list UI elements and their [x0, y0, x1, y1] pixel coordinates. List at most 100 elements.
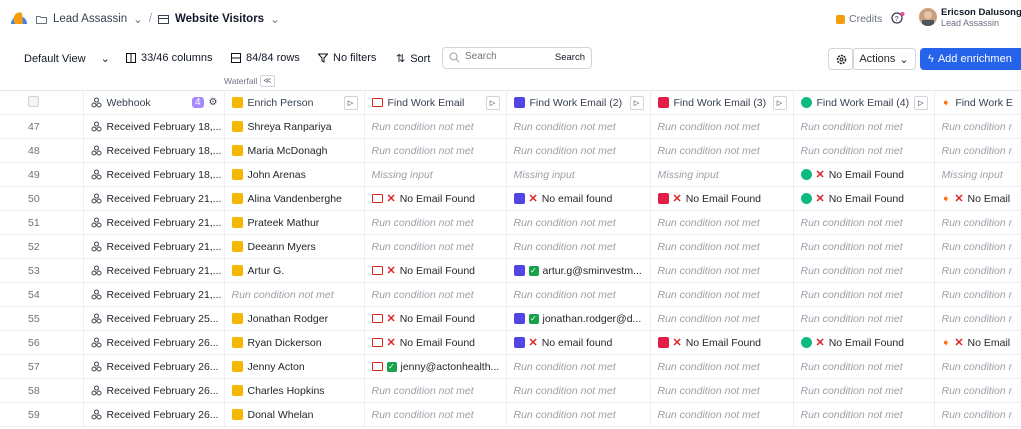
- cell-find-work-email-3[interactable]: ✕ No Email Found: [650, 186, 794, 211]
- cell-webhook[interactable]: Received February 21,...: [83, 210, 225, 235]
- table-row[interactable]: 57 Received February 26... Jenny Acton ✓ jen…: [0, 354, 1021, 379]
- run-column-button[interactable]: ▷: [772, 95, 787, 110]
- cell-find-work-email-3[interactable]: Run condition not met: [650, 378, 794, 403]
- cell-enrich-person[interactable]: Deeann Myers: [224, 234, 365, 259]
- cell-find-work-email-2[interactable]: Run condition not met: [506, 354, 651, 379]
- cell-enrich-person[interactable]: Shreya Ranpariya: [224, 114, 365, 139]
- cell-webhook[interactable]: Received February 21,...: [83, 258, 225, 283]
- cell-find-work-email-5[interactable]: ➧ ✕ No Email: [934, 330, 1021, 355]
- cell-enrich-person[interactable]: Alina Vandenberghe: [224, 186, 365, 211]
- table-row[interactable]: 51 Received February 21,... Prateek Mathur…: [0, 210, 1021, 235]
- breadcrumb-workspace[interactable]: Lead Assassin: [53, 13, 127, 25]
- cell-webhook[interactable]: Received February 18,...: [83, 138, 225, 163]
- cell-find-work-email-2[interactable]: ✕ No email found: [506, 330, 651, 355]
- breadcrumb-table[interactable]: Website Visitors: [175, 13, 264, 25]
- collapse-waterfall-button[interactable]: ≪: [260, 75, 275, 87]
- cell-find-work-email-1[interactable]: Run condition not met: [364, 114, 507, 139]
- cell-find-work-email-3[interactable]: Run condition not met: [650, 114, 794, 139]
- cell-find-work-email-4[interactable]: Run condition not met: [793, 210, 935, 235]
- cell-find-work-email-5[interactable]: Run condition r: [934, 210, 1021, 235]
- cell-find-work-email-2[interactable]: ✕ No email found: [506, 186, 651, 211]
- cell-find-work-email-1[interactable]: Run condition not met: [364, 210, 507, 235]
- cell-webhook[interactable]: Received February 25...: [83, 306, 225, 331]
- credits-button[interactable]: Credits: [836, 13, 882, 25]
- cell-find-work-email-4[interactable]: Run condition not met: [793, 402, 935, 427]
- chevron-down-icon[interactable]: ⌄: [270, 12, 280, 26]
- cell-find-work-email-1[interactable]: ✕ No Email Found: [364, 306, 507, 331]
- cell-webhook[interactable]: Received February 21,...: [83, 234, 225, 259]
- cell-webhook[interactable]: Received February 18,...: [83, 114, 225, 139]
- cell-find-work-email-4[interactable]: Run condition not met: [793, 282, 935, 307]
- table-row[interactable]: 58 Received February 26... Charles Hopkins…: [0, 378, 1021, 403]
- cell-enrich-person[interactable]: Artur G.: [224, 258, 365, 283]
- cell-webhook[interactable]: Received February 26...: [83, 330, 225, 355]
- column-header-webhook[interactable]: Webhook 4 ⚙: [83, 90, 225, 115]
- cell-find-work-email-5[interactable]: Run condition r: [934, 306, 1021, 331]
- search-box[interactable]: Search: [442, 47, 592, 69]
- chevron-down-icon[interactable]: ⌄: [133, 12, 143, 26]
- cell-find-work-email-2[interactable]: ✓ jonathan.rodger@d...: [506, 306, 651, 331]
- cell-find-work-email-1[interactable]: Run condition not met: [364, 378, 507, 403]
- cell-find-work-email-1[interactable]: Run condition not met: [364, 234, 507, 259]
- help-icon[interactable]: ?: [891, 11, 905, 25]
- cell-find-work-email-4[interactable]: Run condition not met: [793, 354, 935, 379]
- cell-enrich-person[interactable]: Donal Whelan: [224, 402, 365, 427]
- cell-webhook[interactable]: Received February 26...: [83, 378, 225, 403]
- cell-find-work-email-2[interactable]: Run condition not met: [506, 378, 651, 403]
- cell-find-work-email-4[interactable]: Run condition not met: [793, 258, 935, 283]
- cell-find-work-email-2[interactable]: Run condition not met: [506, 210, 651, 235]
- cell-find-work-email-4[interactable]: Run condition not met: [793, 234, 935, 259]
- cell-find-work-email-1[interactable]: ✕ No Email Found: [364, 186, 507, 211]
- cell-find-work-email-3[interactable]: Run condition not met: [650, 402, 794, 427]
- avatar[interactable]: [919, 8, 937, 26]
- cell-webhook[interactable]: Received February 26...: [83, 354, 225, 379]
- cell-find-work-email-1[interactable]: ✕ No Email Found: [364, 330, 507, 355]
- cell-find-work-email-1[interactable]: Missing input: [364, 162, 507, 187]
- cell-find-work-email-2[interactable]: Run condition not met: [506, 114, 651, 139]
- table-row[interactable]: 47 Received February 18,... Shreya Ranpari…: [0, 114, 1021, 139]
- search-button[interactable]: Search: [555, 52, 585, 63]
- filters-button[interactable]: No filters: [318, 52, 376, 64]
- cell-find-work-email-2[interactable]: Run condition not met: [506, 138, 651, 163]
- cell-find-work-email-2[interactable]: Run condition not met: [506, 402, 651, 427]
- column-header-find-work-email-5[interactable]: ➧ Find Work E: [934, 90, 1021, 115]
- table-row[interactable]: 53 Received February 21,... Artur G. ✕ No Em…: [0, 258, 1021, 283]
- cell-find-work-email-4[interactable]: ✕ No Email Found: [793, 186, 935, 211]
- settings-button[interactable]: [828, 48, 854, 70]
- table-row[interactable]: 56 Received February 26... Ryan Dickerson ✕…: [0, 330, 1021, 355]
- cell-find-work-email-3[interactable]: Run condition not met: [650, 282, 794, 307]
- rows-button[interactable]: 84/84 rows: [231, 52, 300, 64]
- cell-enrich-person[interactable]: Charles Hopkins: [224, 378, 365, 403]
- cell-webhook[interactable]: Received February 26...: [83, 402, 225, 427]
- run-column-button[interactable]: ▷: [914, 95, 928, 110]
- cell-enrich-person[interactable]: Prateek Mathur: [224, 210, 365, 235]
- cell-find-work-email-4[interactable]: Run condition not met: [793, 306, 935, 331]
- add-enrichment-button[interactable]: ϟ Add enrichmen: [920, 48, 1021, 70]
- cell-find-work-email-5[interactable]: Run condition r: [934, 378, 1021, 403]
- table-row[interactable]: 59 Received February 26... Donal Whelan Run…: [0, 402, 1021, 427]
- select-all-checkbox[interactable]: [28, 95, 39, 107]
- table-row[interactable]: 50 Received February 21,... Alina Vandenbe…: [0, 186, 1021, 211]
- cell-find-work-email-5[interactable]: Run condition r: [934, 354, 1021, 379]
- cell-webhook[interactable]: Received February 21,...: [83, 282, 225, 307]
- actions-button[interactable]: Actions ⌄: [852, 48, 916, 70]
- cell-find-work-email-5[interactable]: Run condition r: [934, 138, 1021, 163]
- cell-find-work-email-4[interactable]: Run condition not met: [793, 114, 935, 139]
- cell-find-work-email-1[interactable]: Run condition not met: [364, 402, 507, 427]
- run-column-button[interactable]: ▷: [485, 95, 500, 110]
- select-all-cell[interactable]: [0, 90, 84, 115]
- cell-find-work-email-1[interactable]: ✓ jenny@actonhealth...: [364, 354, 507, 379]
- cell-find-work-email-2[interactable]: Run condition not met: [506, 234, 651, 259]
- table-row[interactable]: 48 Received February 18,... Maria McDonagh…: [0, 138, 1021, 163]
- column-header-find-work-email-2[interactable]: Find Work Email (2) ▷: [506, 90, 651, 115]
- table-row[interactable]: 54 Received February 21,... Run condition …: [0, 282, 1021, 307]
- cell-find-work-email-5[interactable]: Run condition r: [934, 282, 1021, 307]
- cell-find-work-email-4[interactable]: Run condition not met: [793, 138, 935, 163]
- cell-find-work-email-5[interactable]: Run condition r: [934, 402, 1021, 427]
- columns-button[interactable]: 33/46 columns: [126, 52, 213, 64]
- cell-find-work-email-4[interactable]: ✕ No Email Found: [793, 330, 935, 355]
- cell-find-work-email-2[interactable]: ✓ artur.g@sminvestm...: [506, 258, 651, 283]
- cell-find-work-email-3[interactable]: Run condition not met: [650, 138, 794, 163]
- cell-enrich-person[interactable]: John Arenas: [224, 162, 365, 187]
- table-row[interactable]: 49 Received February 18,... John Arenas Mis…: [0, 162, 1021, 187]
